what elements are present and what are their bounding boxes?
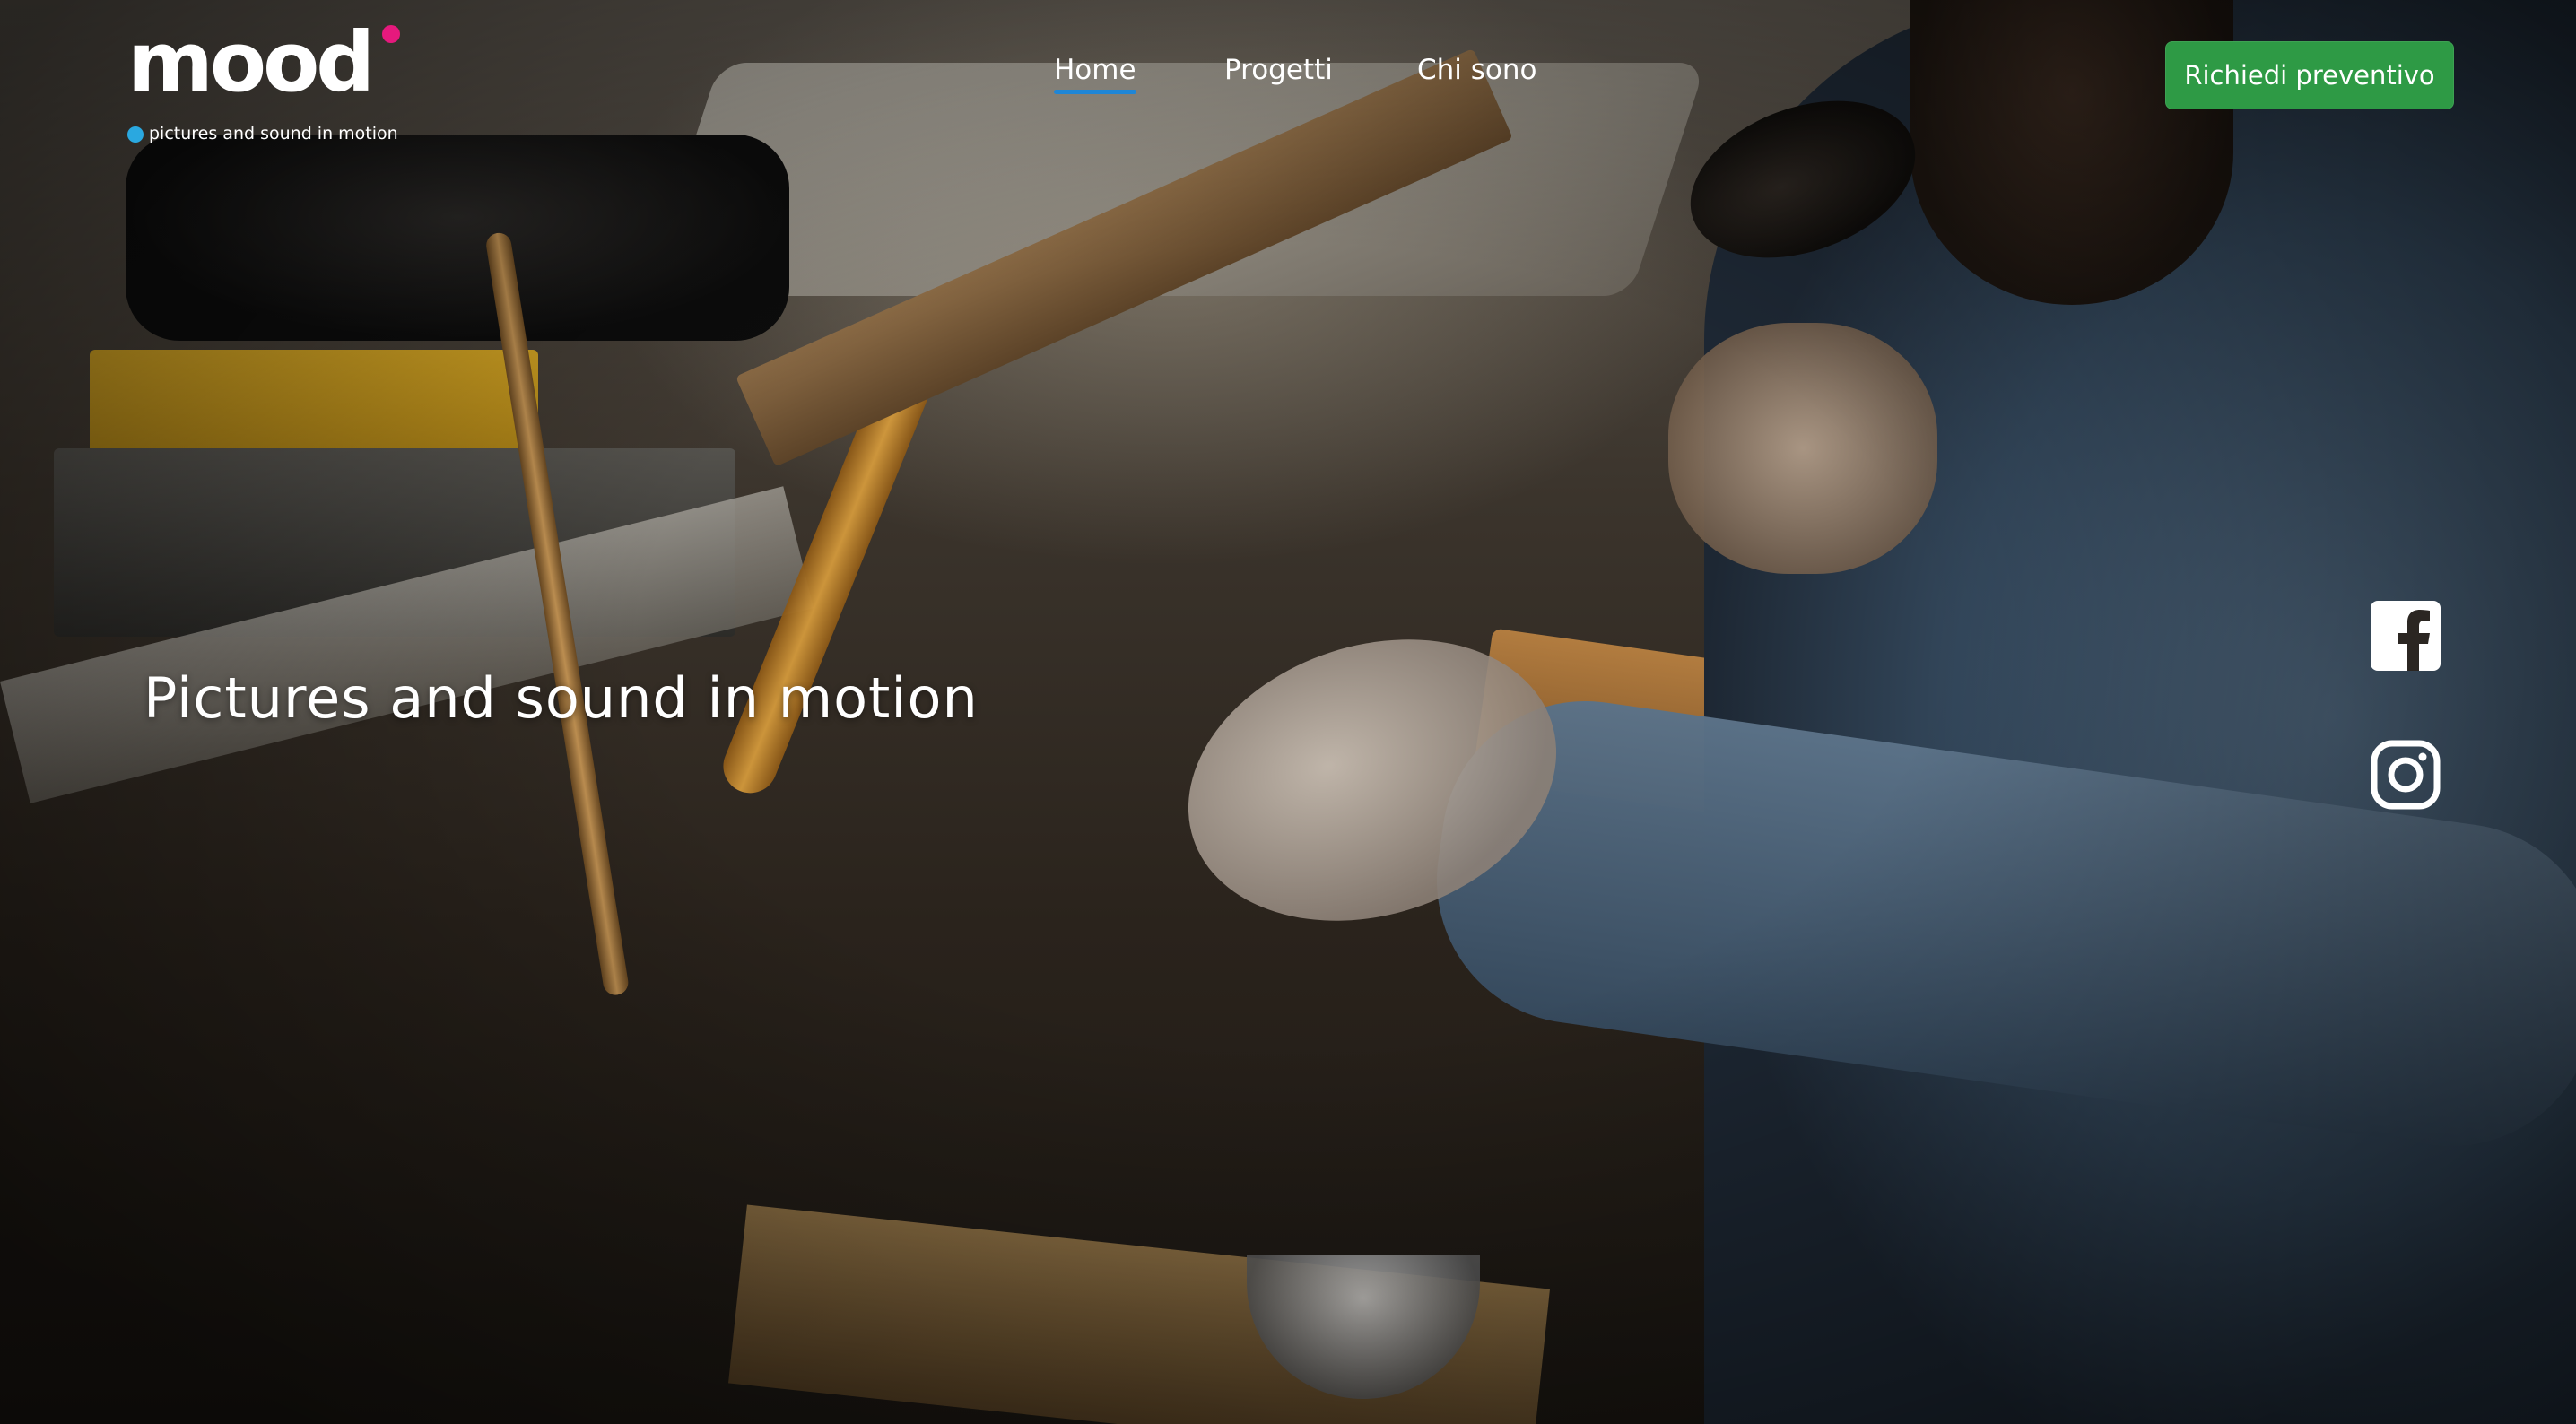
instagram-icon[interactable] — [2371, 740, 2441, 810]
nav-item-label: Home — [1054, 54, 1136, 86]
logo-tagline-dot — [127, 126, 144, 143]
facebook-icon[interactable] — [2371, 601, 2441, 671]
nav-item-progetti[interactable]: Progetti — [1224, 54, 1333, 86]
site-logo[interactable]: mood pictures and sound in motion — [127, 14, 414, 143]
nav-item-home[interactable]: Home — [1054, 54, 1136, 94]
hero-title: Pictures and sound in motion — [144, 665, 979, 731]
nav-item-chi-sono[interactable]: Chi sono — [1417, 54, 1537, 86]
nav-active-underline — [1054, 90, 1136, 94]
logo-tagline: pictures and sound in motion — [149, 124, 398, 143]
logo-wordmark: mood — [127, 14, 375, 110]
request-quote-button[interactable]: Richiedi preventivo — [2165, 41, 2454, 109]
logo-accent-dot — [382, 25, 400, 43]
